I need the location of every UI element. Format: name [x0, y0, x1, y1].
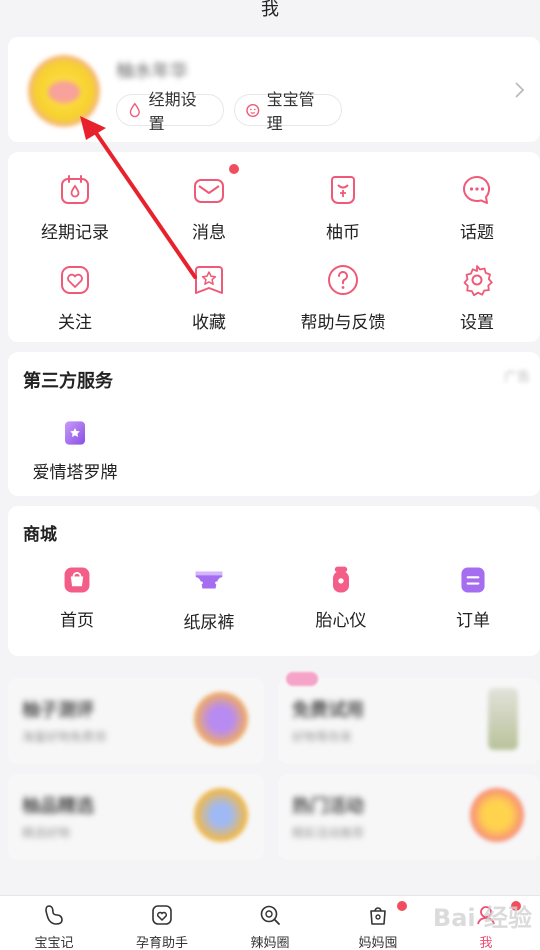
section-title: 商城 — [23, 525, 57, 545]
profile-card[interactable]: 柚水年华 经期设置 宝宝管理 — [8, 37, 540, 142]
mall-item-label: 首页 — [60, 611, 94, 631]
menu-item-label: 消息 — [192, 223, 226, 243]
promo-subtitle: 精选好物 — [22, 826, 71, 840]
order-icon — [461, 567, 485, 593]
tab-label: 我 — [479, 936, 493, 950]
period-settings-button[interactable]: 经期设置 — [116, 90, 224, 133]
tab-label: 妈妈囤 — [358, 936, 398, 950]
search-circle-icon — [260, 905, 280, 925]
menu-item-help-feedback[interactable]: 帮助与反馈 — [276, 262, 410, 333]
mall-item-fetal-doppler[interactable]: 胎心仪 — [274, 564, 408, 631]
mall-item-orders[interactable]: 订单 — [406, 564, 540, 631]
tab-pregnancy-assistant[interactable]: 孕育助手 — [108, 896, 216, 950]
service-item-label: 爱情塔罗牌 — [32, 463, 118, 483]
page-title: 我 — [261, 0, 279, 20]
gear-icon — [463, 265, 493, 297]
mall-item-label: 纸尿裤 — [183, 613, 235, 633]
menu-item-follow[interactable]: 关注 — [8, 262, 142, 333]
doppler-icon — [333, 566, 349, 593]
promo-image — [194, 788, 248, 842]
ad-tag[interactable]: 广告 — [504, 366, 530, 385]
menu-item-topics[interactable]: 话题 — [410, 172, 540, 243]
promo-image — [488, 688, 518, 750]
menu-item-settings[interactable]: 设置 — [410, 262, 540, 333]
tab-label: 辣妈圈 — [250, 936, 290, 950]
calendar-drop-icon — [61, 175, 89, 204]
tab-label: 宝宝记 — [34, 936, 74, 950]
promo-card[interactable]: 柚子测评 海量好物免费领 — [8, 678, 264, 764]
mall-item-diapers[interactable]: 纸尿裤 — [142, 564, 276, 633]
mall-item-home[interactable]: 首页 — [10, 564, 144, 631]
tab-hot-mom-circle[interactable]: 辣妈圈 — [216, 896, 324, 950]
unread-badge — [229, 164, 239, 174]
diaper-icon — [195, 571, 223, 589]
drop-icon — [129, 102, 140, 118]
promo-title: 柚品精选 — [22, 796, 94, 817]
promo-image — [470, 788, 524, 842]
menu-item-coins[interactable]: 柚币 — [276, 172, 410, 243]
tab-baby-diary[interactable]: 宝宝记 — [0, 896, 108, 950]
watermark: Bai 经验 — [432, 904, 532, 932]
baby-manage-button[interactable]: 宝宝管理 — [234, 90, 342, 133]
menu-item-period-record[interactable]: 经期记录 — [8, 172, 142, 243]
nickname: 柚水年华 — [116, 61, 188, 82]
menu-card: 经期记录 消息 柚币 话题 关注 收藏 帮助与反馈 设置 — [8, 152, 540, 342]
menu-item-label: 关注 — [58, 313, 92, 333]
notification-badge — [397, 901, 407, 911]
chat-bubble-icon — [463, 175, 491, 204]
coin-pouch-icon — [331, 176, 355, 204]
period-settings-label: 经期设置 — [148, 90, 197, 133]
service-item-love-tarot[interactable]: 爱情塔罗牌 — [8, 418, 142, 483]
avatar[interactable] — [28, 55, 100, 127]
baby-foot-icon — [45, 905, 63, 925]
mall-item-label: 胎心仪 — [315, 611, 367, 631]
promo-badge — [286, 672, 318, 686]
promo-title: 热门活动 — [292, 796, 364, 817]
promo-subtitle: 精彩活动推荐 — [292, 826, 365, 840]
shop-home-icon — [64, 567, 90, 593]
tarot-icon — [65, 421, 85, 445]
menu-item-label: 经期记录 — [41, 223, 109, 243]
promo-card[interactable]: 柚品精选 精选好物 — [8, 774, 264, 860]
mall-item-label: 订单 — [456, 611, 490, 631]
heart-leaf-icon — [152, 905, 172, 925]
star-bookmark-icon — [195, 266, 223, 294]
menu-item-label: 设置 — [460, 313, 494, 333]
menu-item-label: 柚币 — [326, 223, 360, 243]
menu-item-favorites[interactable]: 收藏 — [142, 262, 276, 333]
tab-label: 孕育助手 — [135, 936, 188, 950]
baby-manage-label: 宝宝管理 — [266, 90, 315, 133]
menu-item-label: 话题 — [460, 223, 494, 243]
shopping-bag-icon — [370, 907, 386, 925]
promo-image — [194, 692, 248, 746]
menu-item-messages[interactable]: 消息 — [142, 164, 276, 243]
help-icon — [328, 265, 358, 295]
mall-card: 商城 首页 纸尿裤 胎心仪 订单 — [8, 506, 540, 656]
section-title: 第三方服务 — [23, 371, 113, 392]
heart-icon — [61, 266, 89, 294]
promo-subtitle: 海量好物免费领 — [22, 730, 107, 744]
promo-title: 柚子测评 — [22, 700, 94, 721]
chevron-right-icon[interactable] — [512, 81, 526, 99]
baby-face-icon — [246, 103, 260, 118]
envelope-icon — [194, 179, 224, 203]
tab-mom-store[interactable]: 妈妈囤 — [324, 896, 432, 950]
top-bar: 我 — [0, 0, 540, 36]
promo-card[interactable]: 免费试用 好物等你来 — [278, 672, 540, 764]
promo-subtitle: 好物等你来 — [292, 730, 353, 744]
promo-title: 免费试用 — [292, 700, 364, 721]
third-party-card: 第三方服务 广告 爱情塔罗牌 — [8, 352, 540, 496]
menu-item-label: 收藏 — [192, 313, 226, 333]
menu-item-label: 帮助与反馈 — [300, 313, 386, 333]
promo-card[interactable]: 热门活动 精彩活动推荐 — [278, 774, 540, 860]
